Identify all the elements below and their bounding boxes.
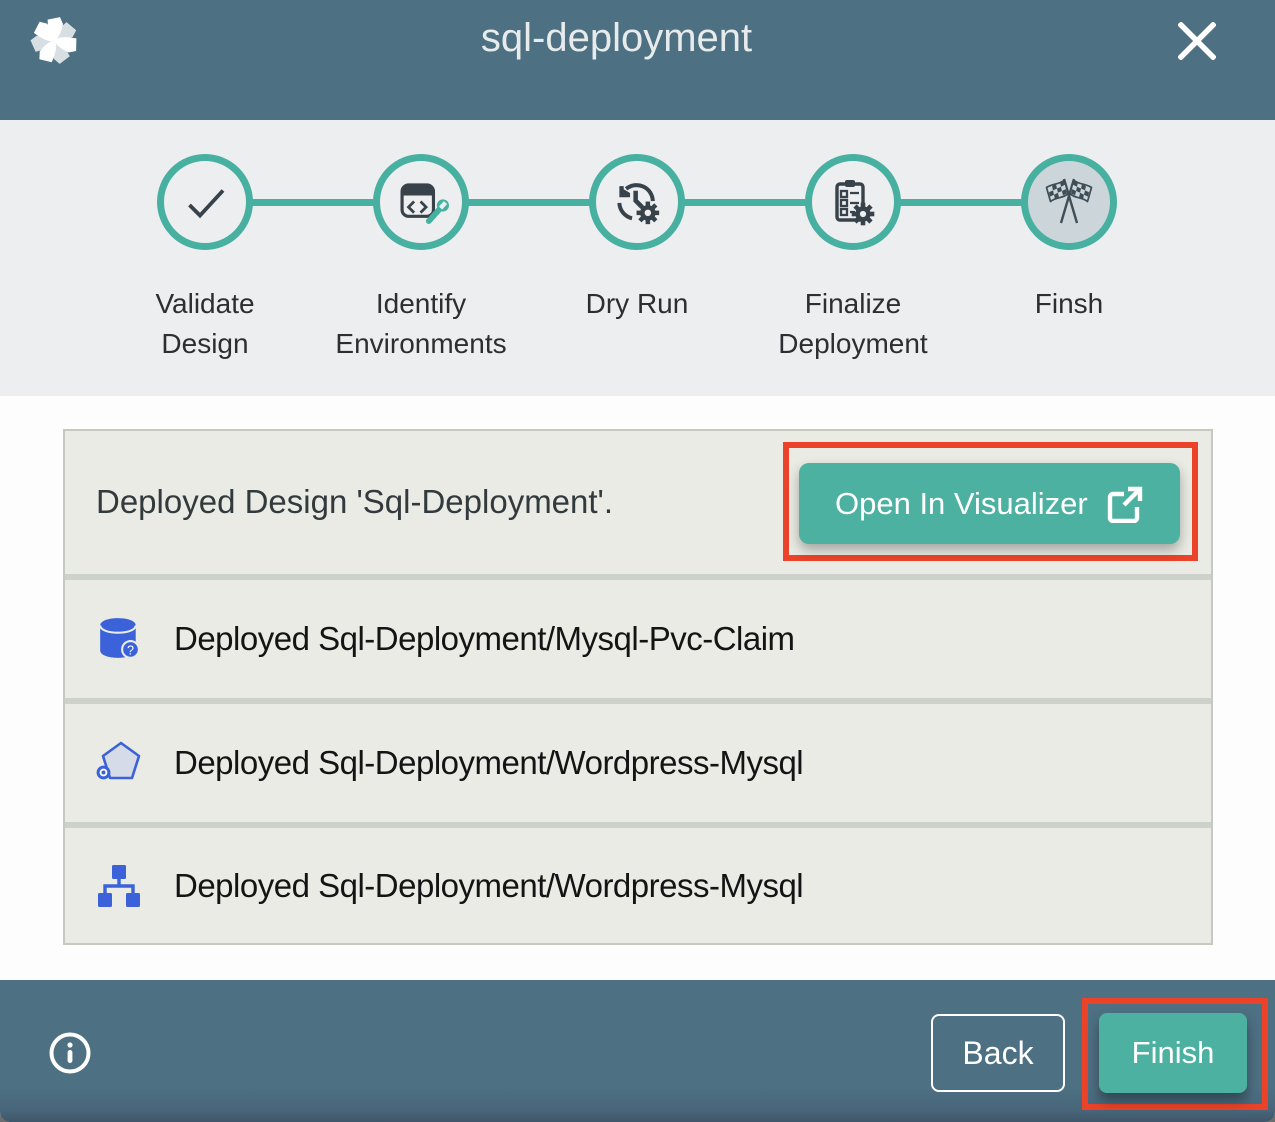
svg-text:?: ? <box>127 644 134 658</box>
